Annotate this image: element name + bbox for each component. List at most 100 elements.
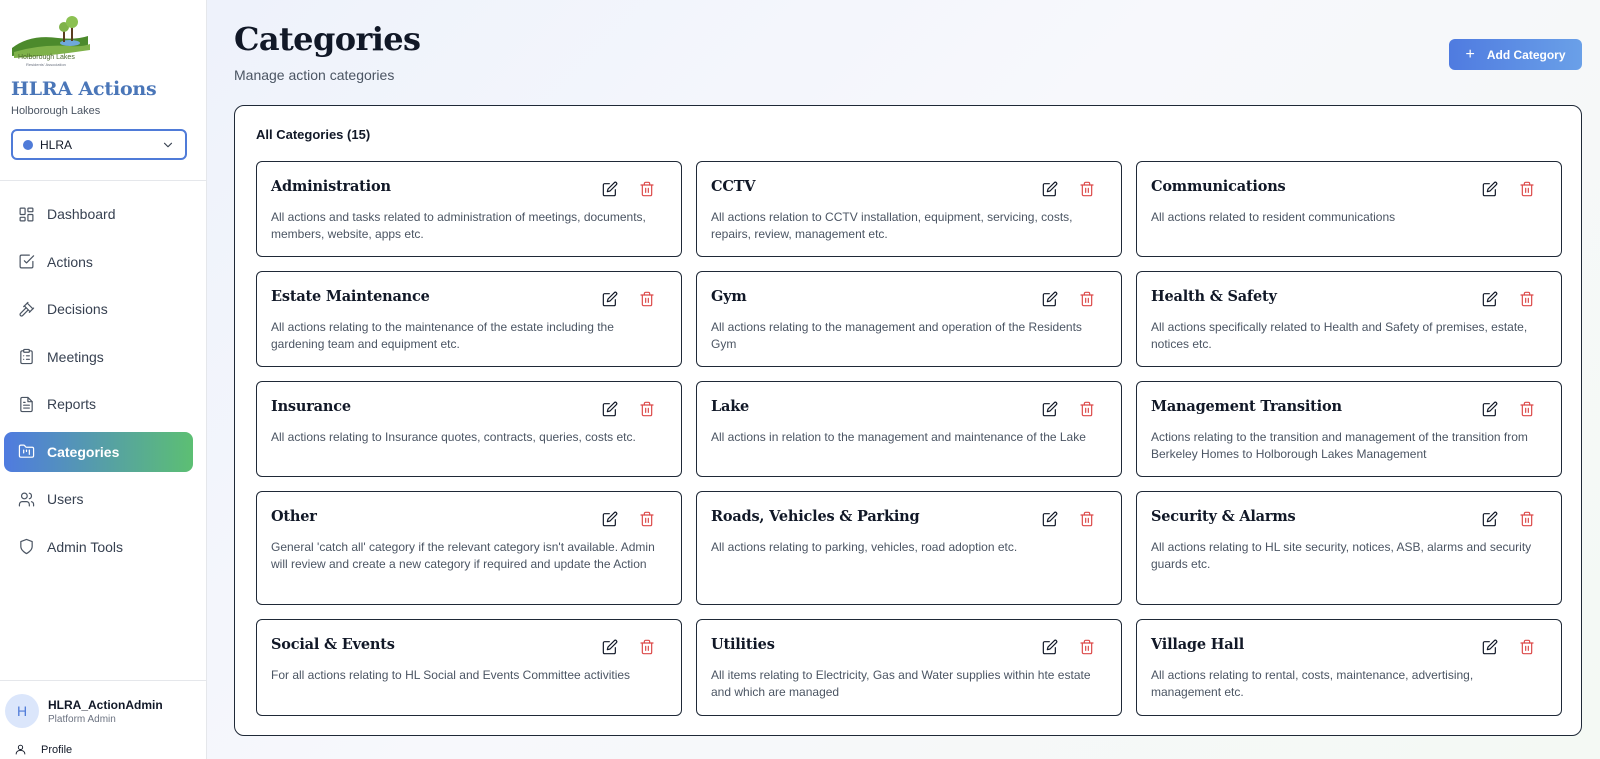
users-icon: [18, 492, 35, 506]
edit-icon: [602, 511, 618, 527]
logo-text: Holborough Lakes: [18, 54, 75, 61]
edit-button[interactable]: [1482, 401, 1498, 417]
sidebar-nav: Dashboard Actions Decisions Meetings Rep…: [4, 194, 193, 574]
delete-button[interactable]: [1079, 511, 1095, 527]
edit-icon: [1482, 401, 1498, 417]
category-description: All actions in relation to the managemen…: [711, 430, 1086, 444]
edit-button[interactable]: [1482, 291, 1498, 307]
delete-button[interactable]: [1079, 401, 1095, 417]
sidebar-item-users[interactable]: Users: [4, 479, 193, 519]
sidebar-item-categories[interactable]: Categories: [4, 431, 193, 472]
organization-select-value: HLRA: [40, 137, 73, 152]
edit-button[interactable]: [1042, 401, 1058, 417]
trash-icon: [640, 291, 654, 307]
delete-button[interactable]: [639, 291, 655, 307]
category-actions: [1482, 181, 1535, 197]
category-card: Social & Events For all actions relating…: [256, 619, 682, 716]
edit-button[interactable]: [602, 291, 618, 307]
category-actions: [602, 291, 655, 307]
delete-button[interactable]: [1519, 181, 1535, 197]
edit-button[interactable]: [1042, 291, 1058, 307]
category-description: All items relating to Electricity, Gas a…: [711, 668, 1091, 699]
edit-button[interactable]: [1482, 181, 1498, 197]
trash-icon: [1080, 511, 1094, 527]
category-card: Health & Safety All actions specifically…: [1136, 271, 1562, 367]
category-description: All actions relating to parking, vehicle…: [711, 540, 1018, 554]
trash-icon: [1080, 639, 1094, 655]
edit-icon: [1042, 291, 1058, 307]
sidebar-item-actions[interactable]: Actions: [4, 242, 193, 282]
folder-icon: [18, 444, 35, 458]
edit-button[interactable]: [1482, 639, 1498, 655]
user-card[interactable]: H HLRA_ActionAdmin Platform Admin: [5, 694, 163, 728]
delete-button[interactable]: [1519, 291, 1535, 307]
sidebar-item-reports[interactable]: Reports: [4, 384, 193, 424]
edit-button[interactable]: [1042, 511, 1058, 527]
app-subtitle: Holborough Lakes: [11, 105, 101, 117]
add-category-button[interactable]: + Add Category: [1449, 39, 1582, 70]
organization-select[interactable]: HLRA: [11, 129, 187, 160]
delete-button[interactable]: [639, 181, 655, 197]
edit-button[interactable]: [1042, 181, 1058, 197]
trash-icon: [1520, 181, 1534, 197]
edit-button[interactable]: [602, 511, 618, 527]
category-description: Actions relating to the transition and m…: [1151, 430, 1528, 461]
edit-icon: [602, 639, 618, 655]
categories-panel: All Categories (15) Administration All a…: [234, 105, 1582, 736]
category-description: All actions relating to the maintenance …: [271, 320, 614, 351]
category-actions: [1482, 639, 1535, 655]
sidebar-item-meetings[interactable]: Meetings: [4, 337, 193, 377]
category-actions: [602, 181, 655, 197]
sidebar-item-dashboard[interactable]: Dashboard: [4, 194, 193, 234]
sidebar-item-label: Reports: [47, 396, 97, 412]
user-role: Platform Admin: [48, 713, 116, 725]
delete-button[interactable]: [1519, 401, 1535, 417]
sidebar-item-label: Dashboard: [47, 206, 116, 222]
delete-button[interactable]: [1519, 511, 1535, 527]
user-name: HLRA_ActionAdmin: [48, 697, 163, 712]
delete-button[interactable]: [1079, 181, 1095, 197]
trash-icon: [1520, 291, 1534, 307]
clipboard-icon: [20, 348, 33, 365]
trash-icon: [640, 181, 654, 197]
category-card: Estate Maintenance All actions relating …: [256, 271, 682, 367]
edit-button[interactable]: [602, 181, 618, 197]
delete-button[interactable]: [1079, 639, 1095, 655]
checkbox-icon: [19, 254, 35, 269]
category-description: General 'catch all' category if the rele…: [271, 540, 655, 571]
delete-button[interactable]: [1519, 639, 1535, 655]
plus-icon: +: [1465, 45, 1475, 63]
category-actions: [602, 511, 655, 527]
gavel-icon: [19, 301, 35, 317]
delete-button[interactable]: [639, 639, 655, 655]
category-card: Other General 'catch all' category if th…: [256, 491, 682, 605]
add-category-label: Add Category: [1486, 47, 1566, 62]
edit-button[interactable]: [602, 639, 618, 655]
edit-icon: [1482, 291, 1498, 307]
delete-button[interactable]: [639, 401, 655, 417]
sidebar-item-label: Meetings: [47, 348, 104, 365]
category-actions: [1482, 291, 1535, 307]
user-icon: [15, 744, 26, 755]
category-actions: [1482, 401, 1535, 417]
category-actions: [1042, 181, 1095, 197]
profile-link[interactable]: Profile: [14, 743, 72, 756]
dashboard-icon: [19, 207, 34, 221]
edit-button[interactable]: [1042, 639, 1058, 655]
edit-icon: [602, 401, 618, 417]
sidebar-item-admin-tools[interactable]: Admin Tools: [4, 527, 193, 567]
edit-button[interactable]: [1482, 511, 1498, 527]
sidebar-divider: [0, 180, 206, 181]
category-card: Security & Alarms All actions relating t…: [1136, 491, 1562, 605]
document-icon: [20, 396, 33, 412]
delete-button[interactable]: [639, 511, 655, 527]
sidebar-item-decisions[interactable]: Decisions: [4, 289, 193, 329]
sidebar-item-label: Users: [47, 491, 84, 507]
trash-icon: [640, 401, 654, 417]
edit-button[interactable]: [602, 401, 618, 417]
sidebar-divider: [0, 680, 206, 681]
edit-icon: [1482, 639, 1498, 655]
delete-button[interactable]: [1079, 291, 1095, 307]
edit-icon: [602, 291, 618, 307]
category-card: Roads, Vehicles & Parking All actions re…: [696, 491, 1122, 605]
